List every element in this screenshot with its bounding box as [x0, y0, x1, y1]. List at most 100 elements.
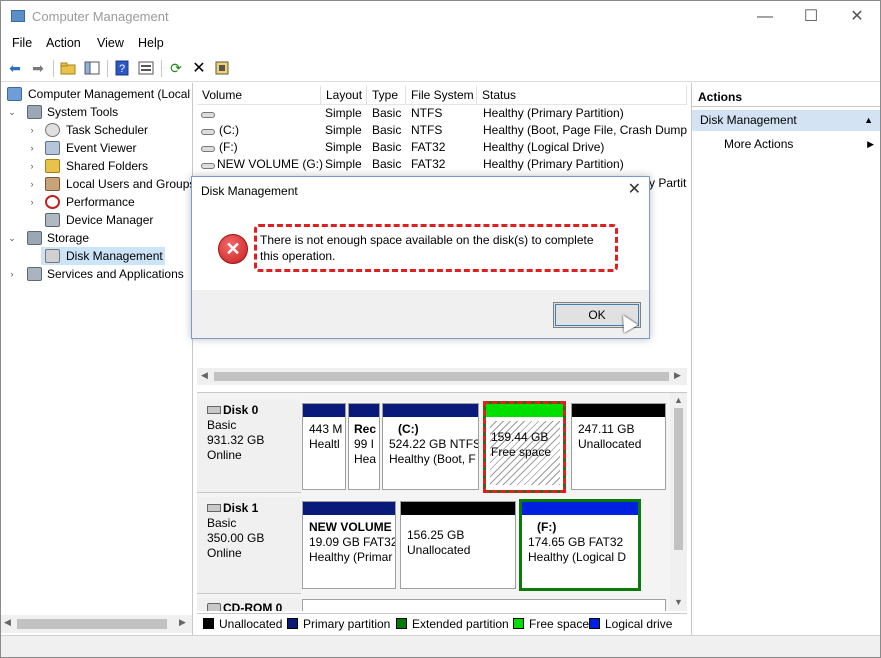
primary-partition-bar	[303, 404, 345, 417]
tree-item-system-tools[interactable]: ⌄ System Tools	[7, 103, 192, 121]
partition-disk0-c[interactable]: (C:) 524.22 GB NTFS Healthy (Boot, F	[382, 403, 479, 490]
clock-icon	[45, 123, 60, 137]
partition-disk0-1[interactable]: 443 M Healtl	[302, 403, 346, 490]
disk0-label[interactable]: Disk 0 Basic 931.32 GB Online	[197, 399, 301, 493]
help-icon[interactable]: ?	[113, 59, 131, 77]
disk-icon	[207, 406, 221, 414]
properties-icon[interactable]	[137, 59, 155, 77]
column-header-type[interactable]: Type	[367, 86, 406, 105]
partition-disk0-recovery[interactable]: Rec 99 I Hea	[348, 403, 380, 490]
chevron-right-icon[interactable]: ›	[27, 139, 37, 157]
disk-icon	[45, 249, 60, 263]
scroll-left-icon[interactable]: ◀	[4, 617, 11, 628]
toolbar-separator	[53, 60, 54, 77]
legend-unallocated: Unallocated	[203, 617, 282, 631]
event-viewer-icon	[45, 141, 60, 155]
chevron-right-icon[interactable]: ›	[27, 157, 37, 175]
column-header-layout[interactable]: Layout	[321, 86, 367, 105]
partition-disk0-unallocated[interactable]: 247.11 GB Unallocated	[571, 403, 666, 490]
window-title: Computer Management	[32, 9, 169, 24]
scroll-left-icon[interactable]: ◀	[201, 370, 208, 381]
error-icon: ✕	[218, 234, 248, 264]
forward-arrow-icon[interactable]: ➡	[29, 59, 47, 77]
minimize-button[interactable]: —	[742, 1, 788, 32]
services-icon	[27, 267, 42, 281]
computer-management-window: Computer Management — ☐ ✕ File Action Vi…	[0, 0, 881, 658]
maximize-button[interactable]: ☐	[788, 1, 834, 32]
scroll-right-icon[interactable]: ▶	[674, 370, 681, 381]
menu-action[interactable]: Action	[46, 36, 81, 50]
tree-item-task-scheduler[interactable]: › Task Scheduler	[27, 121, 192, 139]
partition-legend: Unallocated Primary partition Extended p…	[197, 613, 687, 633]
toolbar-separator	[107, 60, 108, 77]
menu-help[interactable]: Help	[138, 36, 164, 50]
tree-item-disk-management[interactable]: Disk Management	[41, 247, 165, 265]
tree-item-performance[interactable]: › Performance	[27, 193, 192, 211]
primary-partition-bar	[303, 502, 395, 515]
app-icon	[11, 10, 25, 22]
disk-graphical-view: Disk 0 Basic 931.32 GB Online 443 M Healt…	[197, 392, 687, 611]
tree-horizontal-scrollbar[interactable]: ◀ ▶	[1, 615, 192, 633]
column-header-file-system[interactable]: File System	[406, 86, 477, 105]
scroll-down-icon[interactable]: ▼	[674, 597, 683, 607]
list-horizontal-scrollbar[interactable]: ◀ ▶	[197, 368, 687, 385]
free-space-bar	[486, 404, 563, 417]
column-header-volume[interactable]: Volume	[197, 86, 321, 105]
error-message: There is not enough space available on t…	[254, 224, 618, 272]
collapse-icon[interactable]: ▲	[864, 110, 873, 131]
chevron-down-icon[interactable]: ⌄	[7, 229, 17, 247]
refresh-icon[interactable]: ⟳	[167, 59, 185, 77]
partition-disk1-new-volume[interactable]: NEW VOLUME 19.09 GB FAT32 Healthy (Primar	[302, 501, 396, 589]
tools-icon	[27, 105, 42, 119]
partition-disk0-free-space[interactable]: 159.44 GB Free space	[483, 401, 566, 493]
device-manager-icon	[45, 213, 60, 227]
chevron-right-icon[interactable]: ›	[7, 265, 17, 283]
disk1-label[interactable]: Disk 1 Basic 350.00 GB Online	[197, 497, 301, 594]
scroll-right-icon[interactable]: ▶	[179, 617, 186, 628]
svg-text:?: ?	[119, 63, 125, 75]
actions-section-disk-management[interactable]: Disk Management ▲	[692, 110, 880, 131]
actions-pane: Actions Disk Management ▲ More Actions ▶	[691, 83, 880, 635]
column-header-status[interactable]: Status	[477, 86, 687, 105]
title-bar: Computer Management — ☐ ✕	[1, 1, 880, 32]
tree-item-shared-folders[interactable]: › Shared Folders	[27, 157, 192, 175]
dialog-close-button[interactable]: ✕	[628, 179, 641, 199]
partition-disk1-unallocated[interactable]: 156.25 GB Unallocated	[400, 501, 516, 589]
partition-cdrom[interactable]	[302, 599, 666, 611]
scroll-thumb[interactable]	[214, 372, 669, 381]
settings-icon[interactable]	[213, 59, 231, 77]
tree-item-local-users[interactable]: › Local Users and Groups	[27, 175, 192, 193]
scroll-thumb[interactable]	[674, 408, 683, 550]
tree-item-storage[interactable]: ⌄ Storage	[7, 229, 192, 247]
up-folder-icon[interactable]	[59, 59, 77, 77]
delete-icon[interactable]: ✕	[190, 59, 208, 77]
chevron-right-icon[interactable]: ›	[27, 121, 37, 139]
chevron-down-icon[interactable]: ⌄	[7, 103, 17, 121]
scroll-thumb[interactable]	[17, 619, 167, 629]
scroll-up-icon[interactable]: ▲	[674, 395, 683, 405]
cdrom-label[interactable]: CD-ROM 0	[197, 598, 301, 611]
close-button[interactable]: ✕	[834, 1, 880, 32]
chevron-right-icon[interactable]: ›	[27, 193, 37, 211]
toolbar: ⬅ ➡ ? ⟳ ✕	[1, 55, 880, 82]
menu-bar: File Action View Help	[1, 32, 880, 54]
users-icon	[45, 177, 60, 191]
disk-area-vertical-scrollbar[interactable]: ▲ ▼	[670, 393, 687, 611]
navigation-tree: Computer Management (Local ⌄ System Tool…	[1, 83, 193, 635]
tree-item-device-manager[interactable]: Device Manager	[27, 211, 192, 229]
submenu-arrow-icon: ▶	[867, 139, 874, 149]
show-hide-tree-icon[interactable]	[83, 59, 101, 77]
status-bar	[1, 635, 880, 657]
menu-file[interactable]: File	[12, 36, 32, 50]
partition-disk1-f[interactable]: (F:) 174.65 GB FAT32 Healthy (Logical D	[519, 499, 641, 591]
menu-view[interactable]: View	[97, 36, 124, 50]
back-arrow-icon[interactable]: ⬅	[6, 59, 24, 77]
tree-item-event-viewer[interactable]: › Event Viewer	[27, 139, 192, 157]
primary-partition-bar	[349, 404, 379, 417]
tree-item-services[interactable]: › Services and Applications	[7, 265, 192, 283]
legend-free-space: Free space	[513, 617, 589, 631]
partial-status-text: y Partit	[649, 176, 687, 190]
chevron-right-icon[interactable]: ›	[27, 175, 37, 193]
drive-icon	[201, 129, 215, 135]
more-actions-item[interactable]: More Actions ▶	[724, 135, 874, 153]
